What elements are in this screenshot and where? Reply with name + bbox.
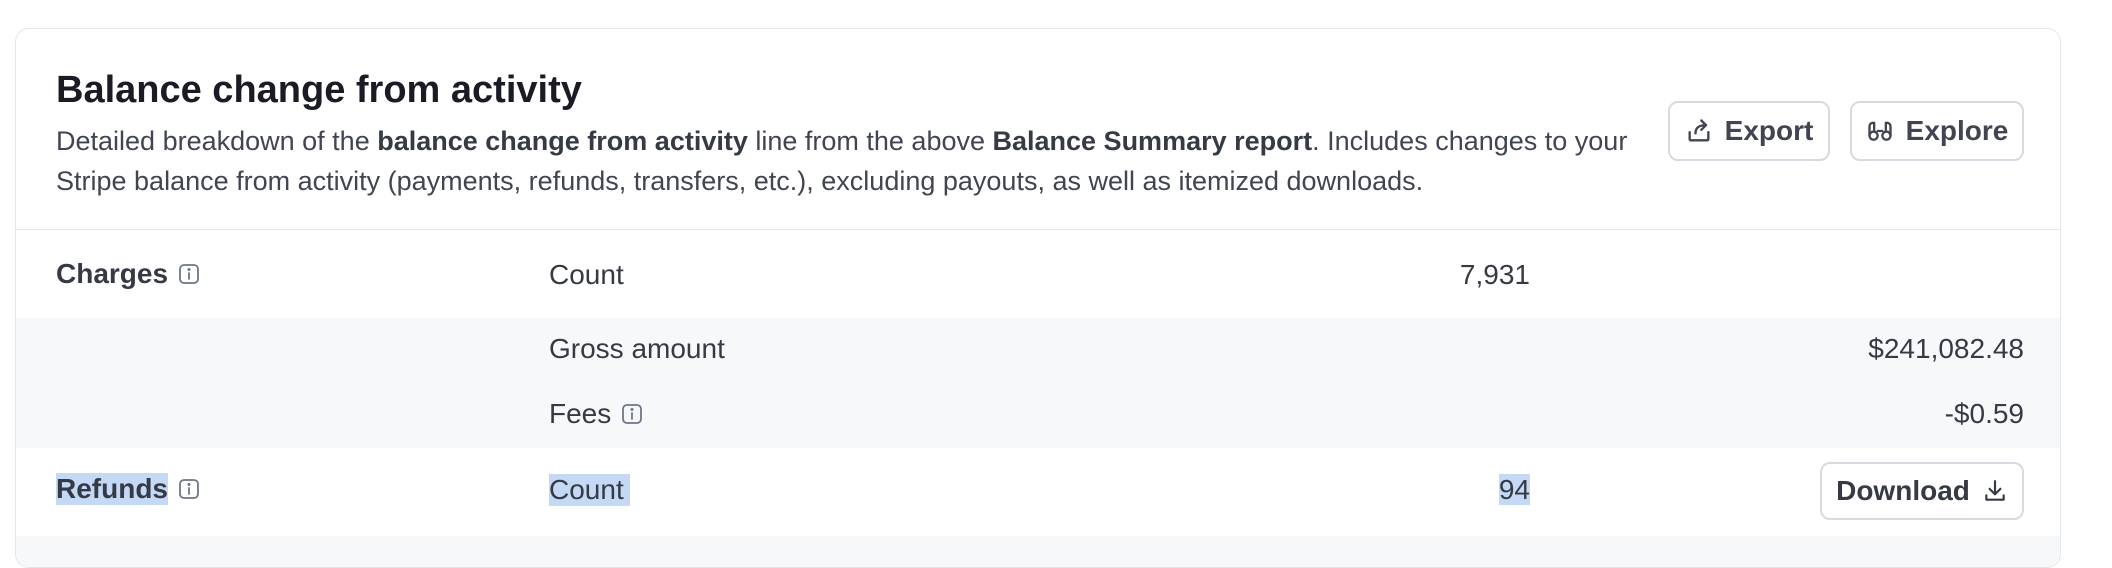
- download-button[interactable]: Download: [1820, 462, 2024, 520]
- card-header: Balance change from activity Detailed br…: [16, 29, 2060, 230]
- refunds-count-value: 94: [1498, 474, 1530, 505]
- export-label: Export: [1724, 115, 1814, 146]
- export-button[interactable]: Export: [1668, 101, 1830, 161]
- info-icon[interactable]: [178, 478, 200, 500]
- section-description: Detailed breakdown of the balance change…: [56, 126, 1628, 196]
- download-icon: [1985, 480, 2005, 501]
- gross-amount-value: $241,082.48: [1868, 333, 2024, 364]
- binoculars-icon: [1867, 121, 1892, 141]
- charges-amounts-group: Gross amount $241,082.48 Fees -$0.59: [16, 318, 2060, 448]
- charges-count-value: 7,931: [1459, 259, 1530, 290]
- export-icon: [1688, 119, 1710, 142]
- table-row: Charges Count 7,931: [16, 230, 2060, 318]
- fees-label: Fees: [549, 398, 643, 430]
- info-icon[interactable]: [178, 263, 200, 285]
- download-label: Download: [1836, 475, 1970, 506]
- explore-label: Explore: [1905, 115, 2009, 146]
- table-row: Refunds Count 94 Download: [16, 448, 2060, 536]
- count-label: Count: [549, 474, 630, 506]
- charges-label: Charges: [56, 258, 200, 290]
- section-title: Balance change from activity: [56, 69, 582, 111]
- refunds-label: Refunds: [56, 473, 200, 505]
- fees-value: -$0.59: [1944, 398, 2024, 429]
- explore-button[interactable]: Explore: [1850, 101, 2024, 161]
- balance-change-card: Balance change from activity Detailed br…: [15, 28, 2061, 568]
- table-row: [16, 536, 2060, 567]
- gross-amount-label: Gross amount: [549, 333, 725, 364]
- info-icon[interactable]: [621, 403, 643, 425]
- count-label: Count: [549, 259, 624, 290]
